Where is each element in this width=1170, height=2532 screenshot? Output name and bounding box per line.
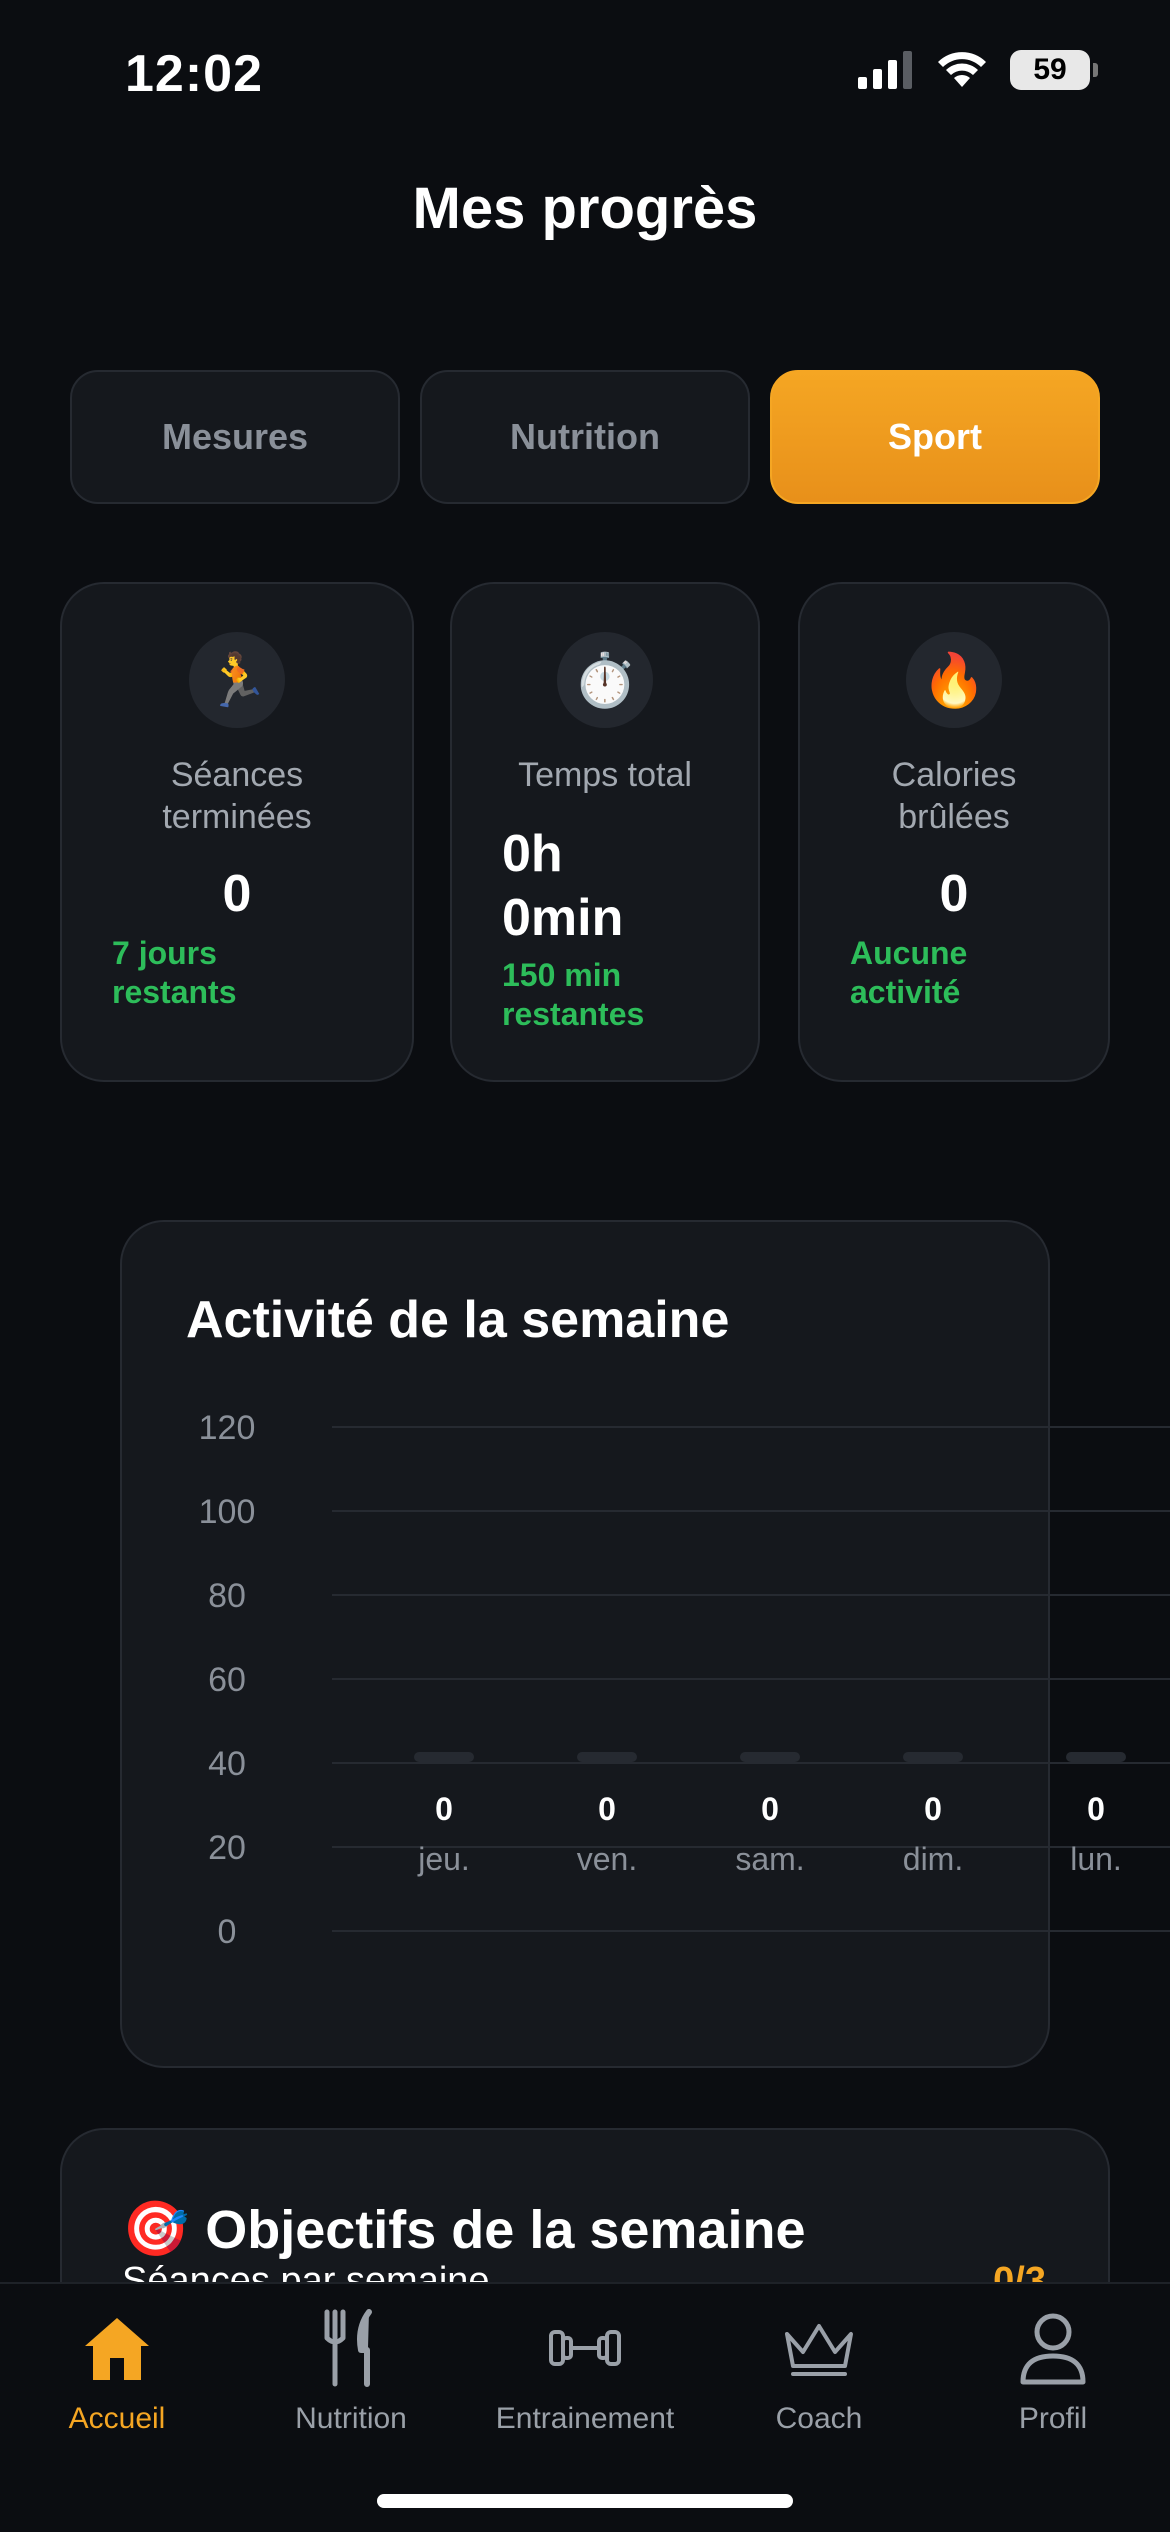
stat-label: Séances terminées: [162, 756, 312, 836]
y-tick-label: 20: [208, 1829, 246, 1867]
bar-value-label: 0: [598, 1791, 616, 1827]
objectives-title: 🎯 Objectifs de la semaine: [122, 2198, 806, 2261]
weekly-activity-card: Activité de la semaine 120 100 80 60 40 20 0 0 j…: [120, 1220, 1170, 2068]
x-tick-label: dim.: [903, 1841, 963, 1877]
stopwatch-icon: ⏱️: [557, 632, 653, 728]
y-tick-label: 60: [208, 1661, 246, 1699]
stat-value: 0: [222, 865, 252, 923]
fire-icon: 🔥: [906, 632, 1002, 728]
nav-label: Accueil: [68, 2402, 166, 2435]
bar-value-label: 0: [1087, 1791, 1105, 1827]
nav-label: Coach: [775, 2402, 863, 2435]
cellular-signal-icon: [858, 51, 912, 89]
status-bar: 12:02 59: [0, 0, 1170, 150]
stat-value: 0: [939, 865, 969, 923]
x-tick-label: ven.: [577, 1841, 637, 1877]
x-tick-label: sam.: [735, 1841, 804, 1877]
y-tick-label: 40: [208, 1745, 246, 1783]
bar: [1066, 1752, 1126, 1762]
tab-nutrition[interactable]: Nutrition: [420, 370, 750, 504]
tab-mesures[interactable]: Mesures: [70, 370, 400, 504]
y-tick-label: 80: [208, 1577, 246, 1615]
nav-label: Profil: [1018, 2402, 1088, 2435]
stat-card-sessions: 🏃 Séances terminées 0 7 jours restants: [60, 582, 414, 1082]
x-tick-label: lun.: [1070, 1841, 1122, 1877]
bar: [903, 1752, 963, 1762]
target-icon: 🎯: [122, 2199, 190, 2259]
stat-card-total-time: ⏱️ Temps total 0h 0min 150 min restantes: [450, 582, 760, 1082]
nav-item-accueil[interactable]: Accueil: [0, 2304, 234, 2436]
nav-label: Entrainement: [495, 2402, 675, 2435]
nav-item-nutrition[interactable]: Nutrition: [234, 2304, 468, 2436]
nav-item-coach[interactable]: Coach: [702, 2304, 936, 2436]
objectives-title-text: Objectifs de la semaine: [205, 2199, 806, 2260]
nav-item-entrainement[interactable]: Entrainement: [468, 2304, 702, 2436]
bar: [740, 1752, 800, 1762]
stat-card-calories: 🔥 Calories brûlées 0 Aucune activité: [798, 582, 1110, 1082]
nav-label: Nutrition: [295, 2402, 407, 2435]
y-tick-label: 120: [199, 1409, 256, 1447]
progress-tabs: Mesures Nutrition Sport: [70, 370, 1100, 504]
stat-value: 0h 0min: [502, 825, 624, 947]
status-time: 12:02: [125, 45, 263, 103]
wifi-icon: [938, 52, 986, 87]
stat-sub: 7 jours restants: [112, 935, 237, 1010]
stat-label: Calories brûlées: [891, 756, 1017, 836]
runner-icon: 🏃: [189, 632, 285, 728]
user-icon: [1020, 2313, 1086, 2385]
battery-indicator: 59: [1010, 50, 1098, 90]
status-icons: 59: [858, 50, 1098, 90]
y-tick-label: 0: [218, 1913, 237, 1951]
stat-sub: Aucune activité: [850, 935, 968, 1010]
y-tick-label: 100: [199, 1493, 256, 1531]
home-indicator: [377, 2494, 793, 2508]
bar-value-label: 0: [761, 1791, 779, 1827]
page-title: Mes progrès: [412, 176, 758, 241]
stat-sub: 150 min restantes: [502, 957, 645, 1032]
stat-label: Temps total: [518, 756, 692, 794]
dumbbell-icon: [549, 2330, 621, 2366]
bar: [414, 1752, 474, 1762]
bar-value-label: 0: [435, 1791, 453, 1827]
nav-item-profil[interactable]: Profil: [936, 2304, 1170, 2436]
battery-level: 59: [1033, 53, 1067, 86]
x-tick-label: jeu.: [417, 1841, 470, 1877]
bottom-nav: Accueil Nutrition Entrainement Coach Pro…: [0, 2282, 1170, 2532]
bar-value-label: 0: [924, 1791, 942, 1827]
tab-sport[interactable]: Sport: [770, 370, 1100, 504]
crown-icon: [785, 2324, 853, 2376]
home-icon: [85, 2318, 149, 2380]
weekly-activity-chart: 120 100 80 60 40 20 0 0 jeu. 0 ven. 0 sam. 0 dim. 0 lun.: [199, 1409, 1170, 1951]
bar: [577, 1752, 637, 1762]
fork-knife-icon: [324, 2309, 372, 2387]
